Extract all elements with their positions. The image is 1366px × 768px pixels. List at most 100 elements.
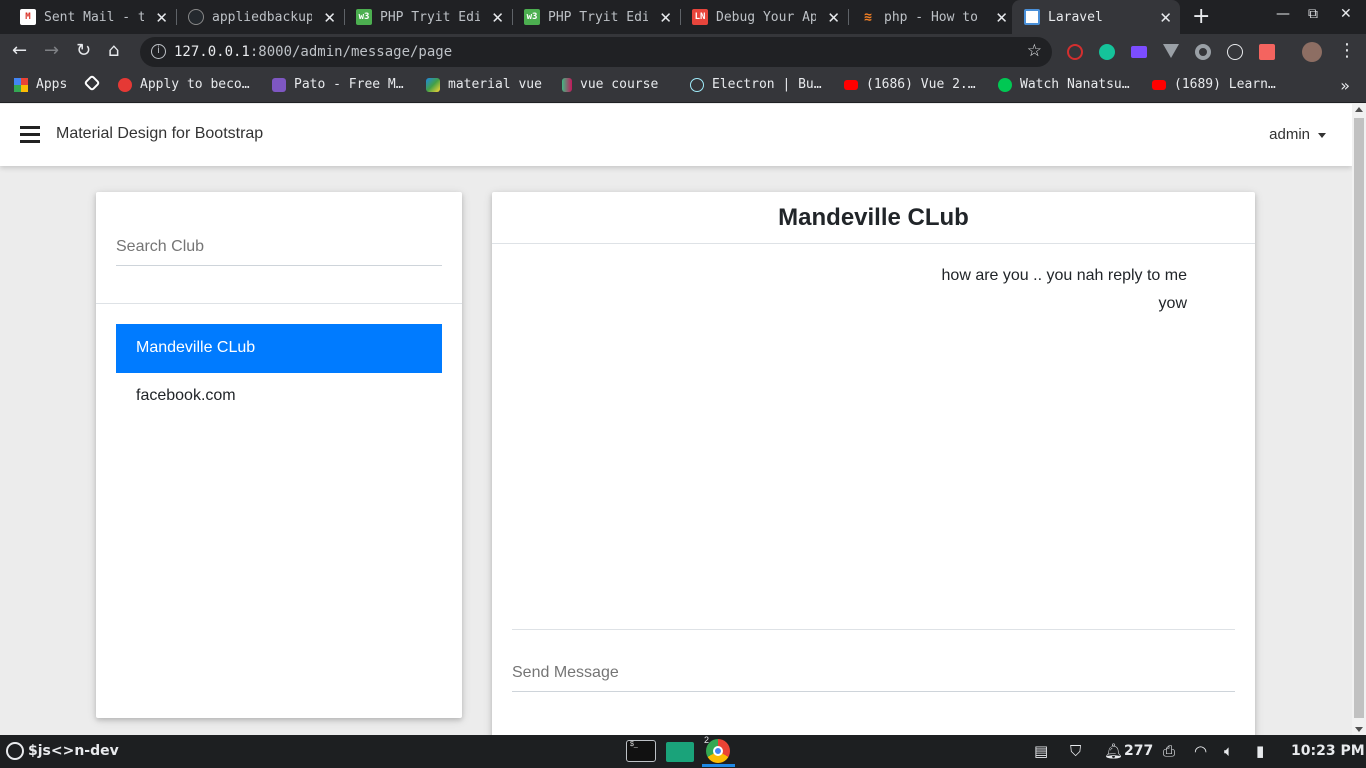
adblock-extension-icon[interactable] [1067, 44, 1083, 60]
bookmark-label: Apps [36, 77, 68, 92]
bookmark-label: (1689) Learn… [1174, 77, 1276, 92]
shield-icon[interactable]: ⛉ [1070, 742, 1081, 760]
codepen-icon [83, 74, 101, 92]
bookmark-item[interactable]: Apply to beco… [118, 77, 250, 92]
bookmark-label: material vue [448, 77, 542, 92]
club-item[interactable]: facebook.com [116, 372, 442, 421]
battery-icon[interactable]: ▮ [1256, 742, 1264, 760]
bookmark-label: Electron | Bu… [712, 77, 822, 92]
bookmark-label: Pato - Free M… [294, 77, 404, 92]
logrocket-icon: LN [692, 9, 708, 25]
browser-tab[interactable]: appliedbackup ✕ [168, 0, 345, 34]
scroll-down-icon[interactable] [1355, 727, 1363, 732]
bookmark-item[interactable]: Electron | Bu… [690, 77, 822, 92]
chrome-menu-icon[interactable]: ⋮ [1338, 40, 1356, 61]
chrome-icon[interactable] [706, 739, 730, 763]
brand-title[interactable]: Material Design for Bootstrap [56, 125, 263, 143]
browser-tab[interactable]: LN Debug Your Ap ✕ [672, 0, 849, 34]
club-item-active[interactable]: Mandeville CLub [116, 324, 442, 373]
grammarly-extension-icon[interactable] [1099, 44, 1115, 60]
bookmark-codepen[interactable] [83, 74, 106, 92]
browser-tab[interactable]: M Sent Mail - t ✕ [0, 0, 177, 34]
browser-tab-active[interactable]: Laravel ✕ [1012, 0, 1180, 34]
close-icon[interactable]: ✕ [995, 9, 1008, 27]
laravel-page-icon [1024, 9, 1040, 25]
hamburger-menu-icon[interactable] [20, 126, 40, 144]
stackoverflow-icon: ≋ [864, 9, 872, 25]
close-icon[interactable]: ✕ [1159, 9, 1172, 27]
react-devtools-extension-icon[interactable] [1227, 44, 1243, 60]
close-icon[interactable]: ✕ [323, 9, 336, 27]
page-scrollbar[interactable] [1352, 104, 1366, 735]
reload-icon[interactable]: ↻ [76, 40, 91, 61]
apps-grid-icon [14, 77, 28, 92]
tv-icon [998, 77, 1012, 92]
bookmark-item[interactable]: Watch Nanatsu… [998, 77, 1130, 92]
bookmark-item[interactable]: (1689) Learn… [1152, 77, 1276, 92]
youtube-icon [844, 79, 858, 90]
chat-panel: Mandeville CLub how are you .. you nah r… [492, 192, 1255, 735]
scroll-up-icon[interactable] [1355, 107, 1363, 112]
terminal-icon[interactable]: $_ [626, 740, 656, 762]
launcher-icon[interactable] [6, 742, 24, 760]
tab-title: PHP Tryit Edi [380, 9, 480, 25]
w3schools-icon: w3 [356, 9, 372, 25]
tab-title: Laravel [1048, 9, 1103, 25]
minimize-icon[interactable]: — [1276, 6, 1290, 22]
browser-tab[interactable]: w3 PHP Tryit Edi ✕ [504, 0, 681, 34]
bookmark-item[interactable]: vue course [562, 77, 658, 92]
notes-icon[interactable]: ▤ [1034, 742, 1048, 760]
search-club-input[interactable] [116, 228, 442, 266]
close-icon[interactable]: ✕ [155, 9, 168, 27]
home-icon[interactable]: ⌂ [108, 40, 119, 61]
chat-message: yow [1158, 295, 1187, 312]
gmail-icon: M [20, 9, 36, 25]
close-icon[interactable]: ✕ [659, 9, 672, 27]
bookmark-item[interactable]: Pato - Free M… [272, 77, 404, 92]
wifi-icon[interactable]: ◠ [1194, 742, 1207, 760]
close-icon[interactable]: ✕ [491, 9, 504, 27]
url-text: 127.0.0.1:8000/admin/message/page [174, 44, 452, 60]
laravel-extension-icon[interactable] [1259, 44, 1275, 60]
url-path: :8000/admin/message/page [249, 44, 453, 60]
address-bar[interactable]: i 127.0.0.1:8000/admin/message/page ☆ [140, 37, 1052, 67]
browser-tab[interactable]: ≋ php - How to ✕ [840, 0, 1016, 34]
printer-icon[interactable]: ⎙ [1163, 742, 1175, 760]
bookmark-item[interactable]: material vue [426, 77, 542, 92]
notification-icon[interactable]: 🔔︎ [1104, 742, 1123, 760]
chrome-window-count: 2 [704, 735, 710, 745]
youtube-icon [1152, 79, 1166, 90]
os-taskbar: $js<>n-dev $_ 2 ▤ ⛉ 🔔︎ 277 ⎙ ◠ 🔈︎ ▮ 10:2… [0, 735, 1366, 768]
restore-icon[interactable]: ⧉ [1308, 6, 1318, 22]
launcher-label[interactable]: $js<>n-dev [28, 743, 119, 759]
bookmarks-bar: Apps Apply to beco… Pato - Free M… mater… [0, 70, 1366, 103]
browser-tab[interactable]: w3 PHP Tryit Edi ✕ [336, 0, 513, 34]
info-icon[interactable]: i [151, 44, 166, 59]
stacks-extension-icon[interactable] [1131, 46, 1147, 58]
clock[interactable]: 10:23 PM [1291, 743, 1365, 759]
bookmark-item[interactable]: (1686) Vue 2.… [844, 77, 976, 92]
caret-down-icon [1318, 132, 1326, 138]
files-folder-icon[interactable] [666, 742, 694, 762]
scrollbar-thumb[interactable] [1354, 118, 1364, 718]
close-window-icon[interactable]: ✕ [1340, 6, 1352, 22]
divider [96, 303, 462, 304]
volume-icon[interactable]: 🔈︎ [1224, 742, 1233, 760]
vuemastery-icon [562, 77, 572, 92]
send-message-input[interactable] [512, 654, 1235, 692]
page-viewport: Material Design for Bootstrap admin Mand… [0, 104, 1352, 735]
user-dropdown[interactable]: admin [1269, 126, 1326, 143]
vue-devtools-extension-icon[interactable] [1163, 44, 1179, 58]
new-tab-icon[interactable]: + [1192, 4, 1210, 29]
bookmark-apps[interactable]: Apps [14, 77, 67, 92]
bookmarks-overflow-icon[interactable]: » [1340, 76, 1350, 95]
forward-icon[interactable]: → [44, 40, 59, 61]
extension-circle-icon[interactable] [1195, 44, 1211, 60]
bookmark-label: Watch Nanatsu… [1020, 77, 1130, 92]
star-icon[interactable]: ☆ [1027, 41, 1042, 61]
profile-avatar-icon[interactable] [1302, 42, 1322, 62]
close-icon[interactable]: ✕ [827, 9, 840, 27]
tab-title: Sent Mail - t [44, 9, 144, 25]
notification-count: 277 [1124, 743, 1154, 759]
back-icon[interactable]: ← [12, 40, 27, 61]
